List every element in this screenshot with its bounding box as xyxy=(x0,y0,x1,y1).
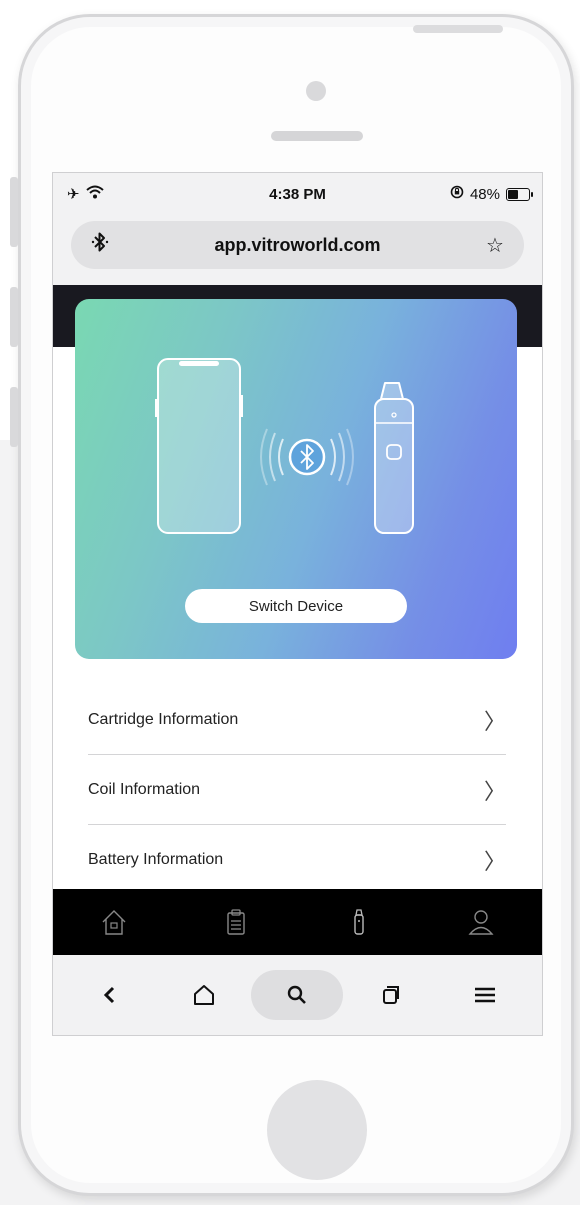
battery-percent: 48% xyxy=(469,185,500,203)
tab-profile[interactable] xyxy=(456,897,506,947)
clipboard-icon xyxy=(227,909,246,935)
device-connection-card: Switch Device xyxy=(75,299,517,659)
chevron-right-icon: 〉 xyxy=(483,849,506,875)
power-button xyxy=(413,25,503,33)
browser-toolbar xyxy=(53,955,542,1035)
mute-switch xyxy=(10,177,18,247)
volume-up-button xyxy=(10,287,18,347)
star-icon[interactable]: ☆ xyxy=(482,233,508,257)
battery-fill xyxy=(508,189,518,199)
list-item-label: Battery Information xyxy=(88,850,224,868)
menu-icon xyxy=(475,987,496,1003)
vape-device-illustration xyxy=(374,382,414,534)
earpiece-speaker xyxy=(271,131,363,141)
list-item-label: Coil Information xyxy=(88,780,201,798)
home-button[interactable] xyxy=(267,1080,367,1180)
tabs-icon xyxy=(383,986,400,1004)
search-button[interactable] xyxy=(251,970,344,1020)
info-list: Cartridge Information 〉 Coil Information… xyxy=(88,685,506,894)
back-button[interactable] xyxy=(64,970,156,1020)
browser-home-button[interactable] xyxy=(158,970,250,1020)
home-icon xyxy=(102,910,126,935)
list-item-label: Cartridge Information xyxy=(88,710,239,728)
bluetooth-icon[interactable] xyxy=(87,231,113,259)
list-item-battery-information[interactable]: Battery Information 〉 xyxy=(88,825,506,894)
chevron-right-icon: 〉 xyxy=(483,709,506,735)
search-icon xyxy=(288,985,307,1004)
url-text[interactable]: app.vitroworld.com xyxy=(214,235,380,256)
chevron-right-icon: 〉 xyxy=(483,779,506,805)
battery-icon xyxy=(506,187,533,201)
volume-down-button xyxy=(10,387,18,447)
url-bar[interactable]: app.vitroworld.com ☆ xyxy=(71,221,524,269)
app-tab-bar xyxy=(53,889,542,955)
profile-icon xyxy=(468,910,494,935)
tab-device[interactable] xyxy=(334,897,384,947)
device-icon xyxy=(353,909,364,935)
airplane-icon: ✈ xyxy=(67,185,80,203)
phone-screen: ✈ 4:38 PM 48% app.vitroworld.com ☆ Switc… xyxy=(52,172,543,1036)
bluetooth-signal-icon xyxy=(260,428,354,486)
menu-button[interactable] xyxy=(439,970,531,1020)
status-bar: ✈ 4:38 PM 48% xyxy=(53,173,542,215)
web-content: Switch Device Cartridge Information 〉 Co… xyxy=(53,285,542,889)
home-icon xyxy=(193,985,214,1005)
list-item-coil-information[interactable]: Coil Information 〉 xyxy=(88,755,506,825)
front-camera xyxy=(306,81,326,101)
list-item-cartridge-information[interactable]: Cartridge Information 〉 xyxy=(88,685,506,755)
phone-illustration xyxy=(155,358,243,534)
wifi-icon xyxy=(85,185,104,203)
back-icon xyxy=(103,986,114,1004)
orientation-lock-icon xyxy=(450,185,464,203)
tab-records[interactable] xyxy=(211,897,261,947)
tabs-button[interactable] xyxy=(345,970,437,1020)
switch-device-button[interactable]: Switch Device xyxy=(185,589,407,623)
tab-home[interactable] xyxy=(89,897,139,947)
